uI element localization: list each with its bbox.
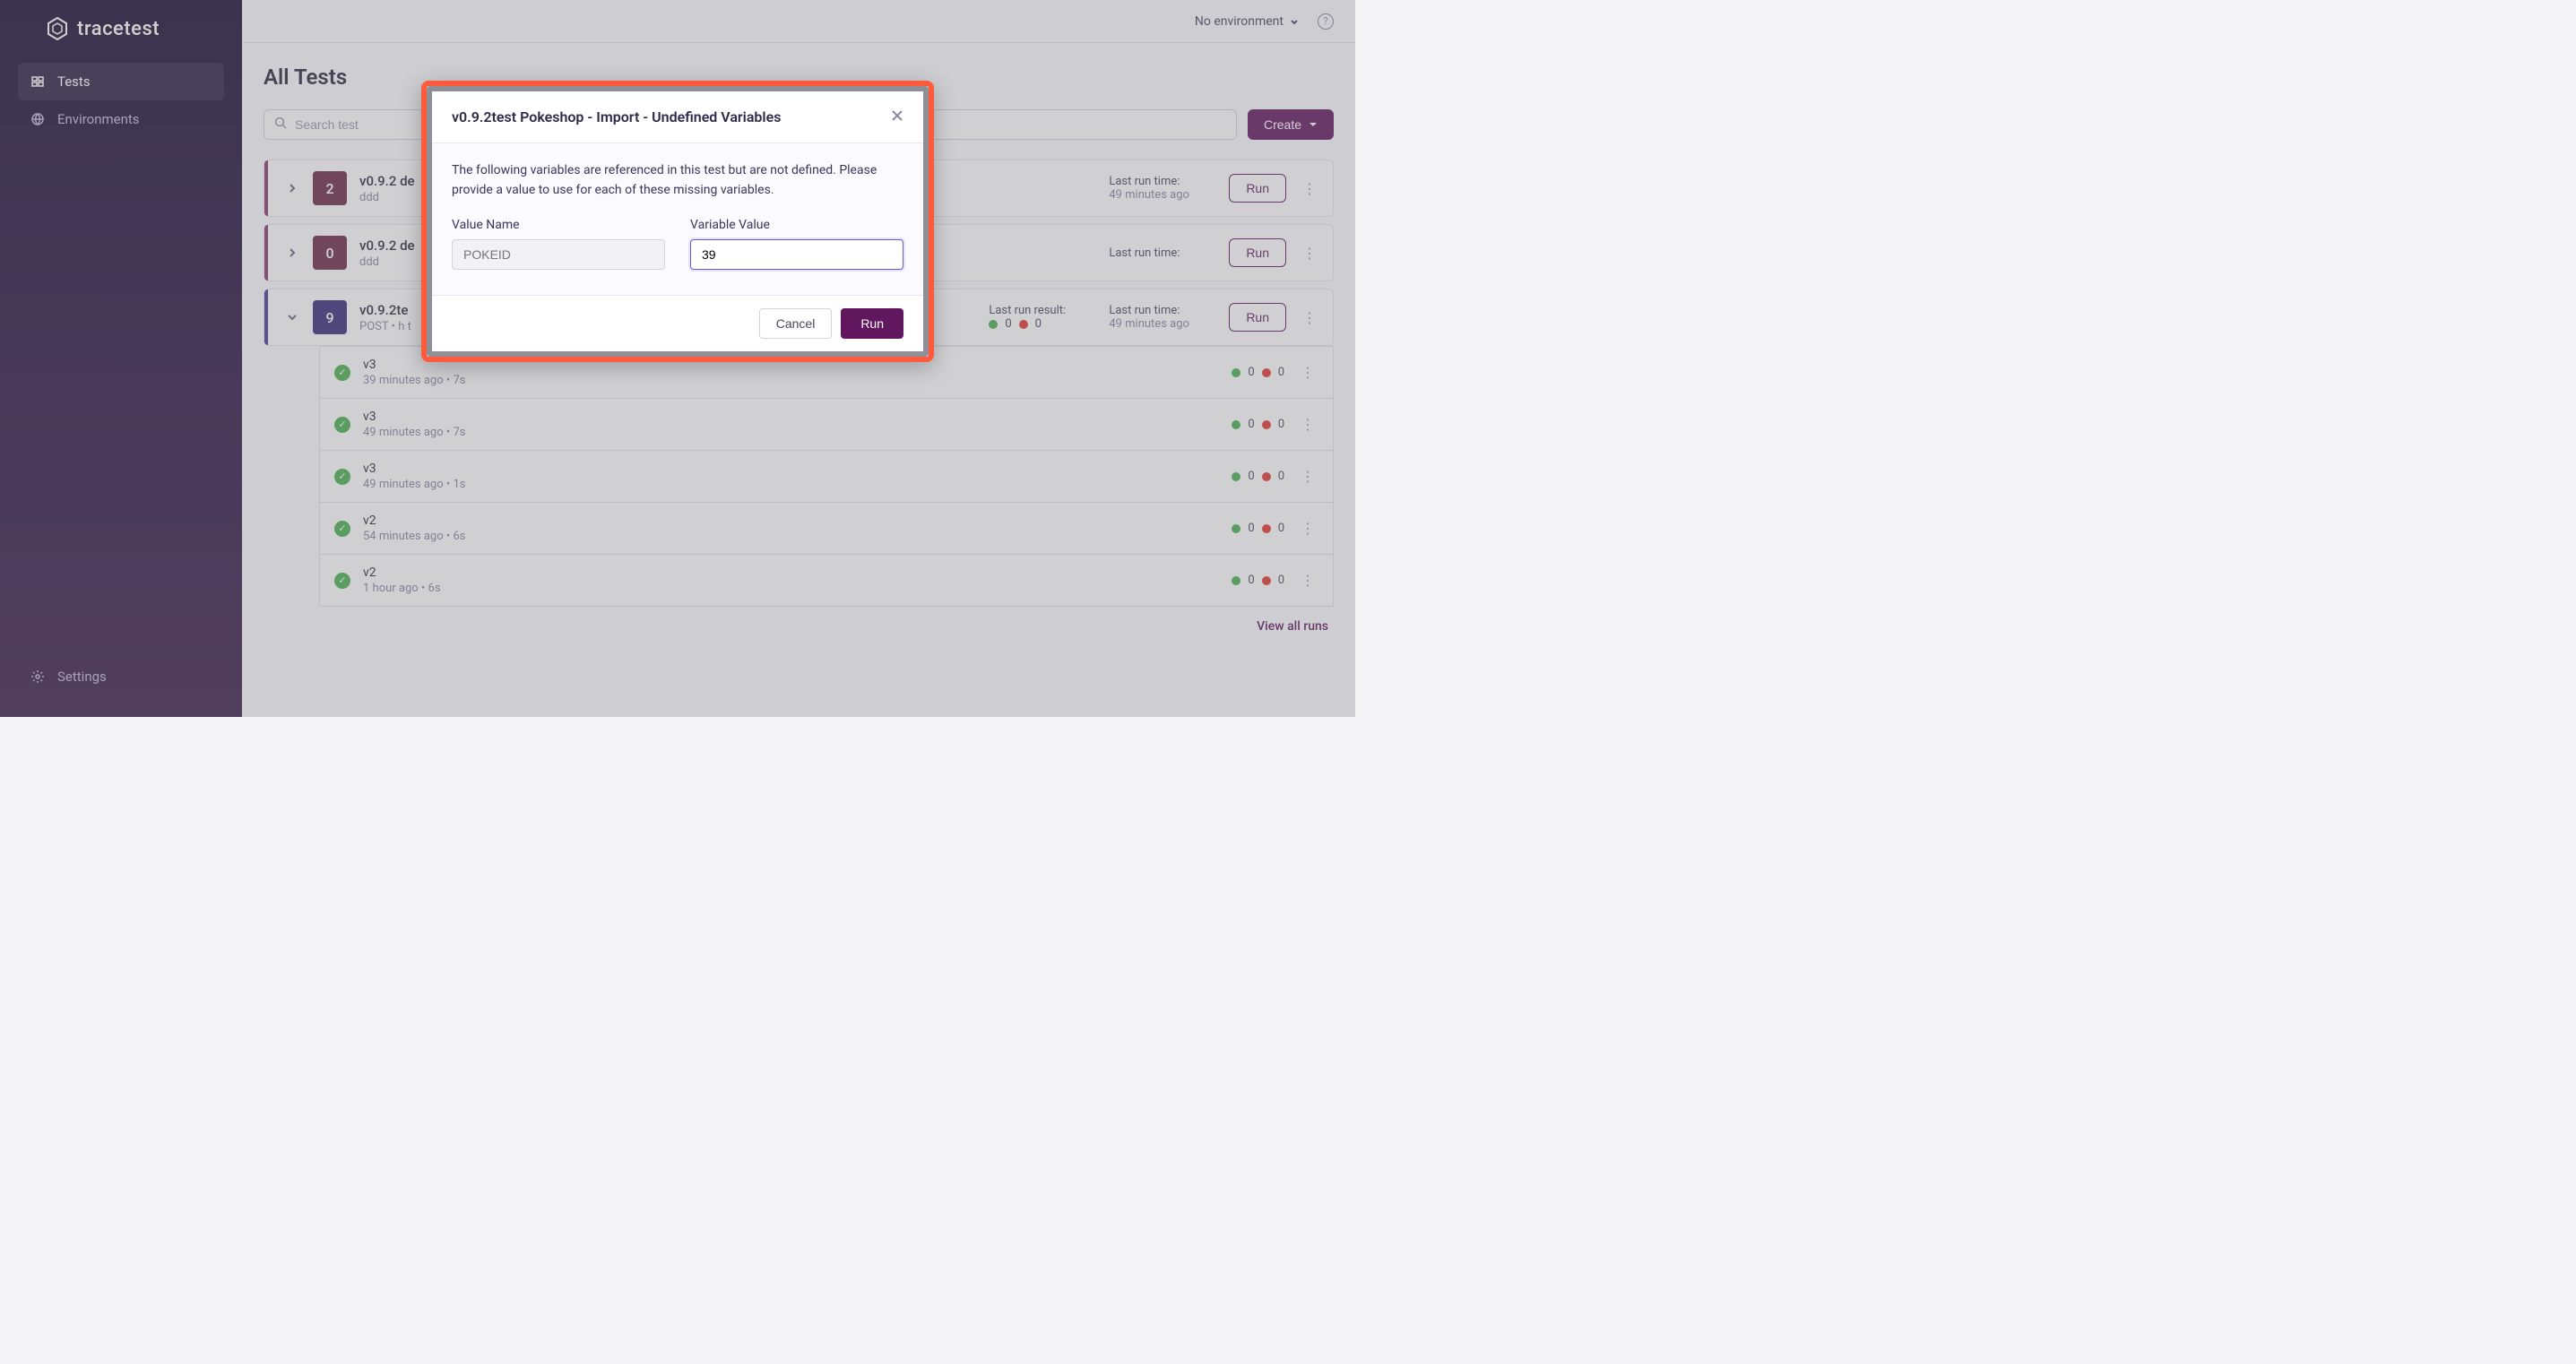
modal-overlay: v0.9.2test Pokeshop - Import - Undefined…	[0, 0, 1355, 717]
cancel-button[interactable]: Cancel	[759, 308, 833, 339]
close-icon	[891, 109, 903, 122]
modal-run-button[interactable]: Run	[841, 308, 903, 339]
variable-value-input[interactable]	[690, 239, 903, 270]
value-name-input	[452, 239, 665, 270]
value-name-label: Value Name	[452, 218, 665, 232]
variable-value-label: Variable Value	[690, 218, 903, 232]
modal-description: The following variables are referenced i…	[452, 161, 903, 200]
undefined-variables-modal: v0.9.2test Pokeshop - Import - Undefined…	[427, 86, 929, 357]
modal-close-button[interactable]	[891, 108, 903, 126]
modal-title: v0.9.2test Pokeshop - Import - Undefined…	[452, 108, 781, 125]
